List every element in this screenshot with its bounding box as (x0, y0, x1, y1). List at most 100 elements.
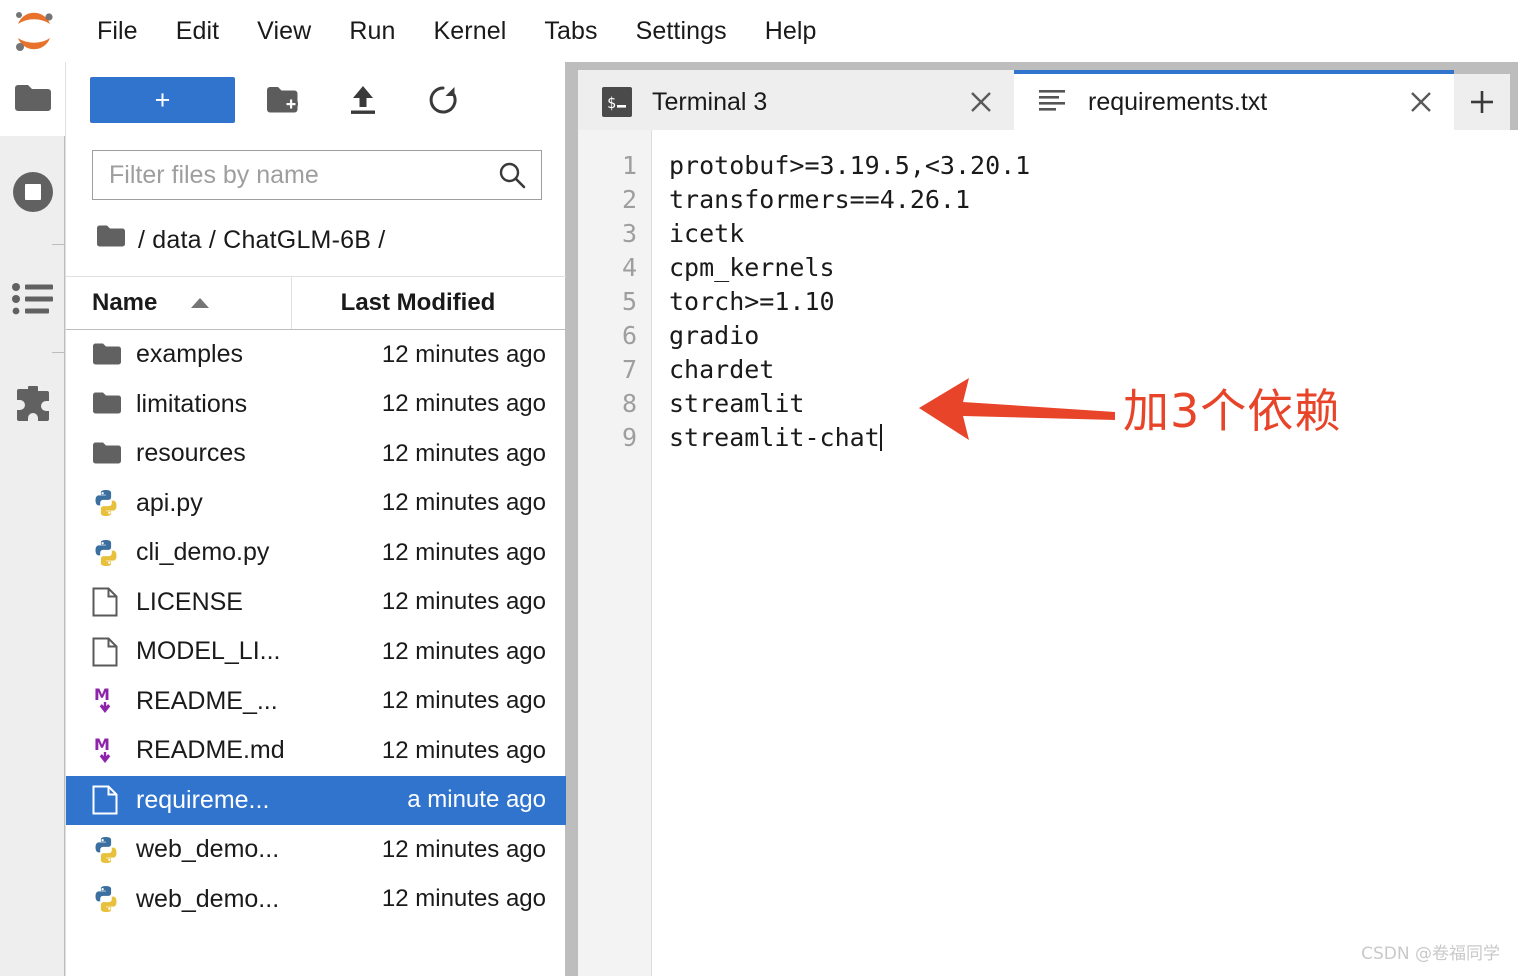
file-list-item-name: examples (136, 340, 243, 369)
sidebar-item-running[interactable] (0, 155, 65, 229)
editor-line-number: 5 (621, 287, 637, 316)
sidebar-item-commands[interactable] (0, 262, 65, 336)
file-list-item-name: web_demo... (136, 835, 280, 864)
editor-code-area[interactable]: protobuf>=3.19.5,<3.20.1 transformers==4.… (652, 130, 1518, 976)
editor-line-number: 8 (621, 389, 637, 418)
file-list-item[interactable]: MODEL_LI... 12 minutes ago (66, 627, 566, 677)
activity-divider-2 (52, 352, 65, 353)
folder-icon (92, 442, 136, 466)
editor-line-number: 9 (621, 423, 637, 452)
menu-edit[interactable]: Edit (157, 13, 238, 50)
breadcrumb-path[interactable]: / data / ChatGLM-6B / (138, 226, 385, 255)
file-list-item[interactable]: web_demo... 12 minutes ago (66, 825, 566, 875)
column-header-name[interactable]: Name (66, 277, 292, 329)
sidebar-item-extensions[interactable] (0, 370, 65, 444)
new-tab-button[interactable] (1454, 74, 1510, 130)
text-editor[interactable]: 1 2 3 4 5 6 7 8 9 protobuf>=3.19.5,<3.20.1 transf… (578, 130, 1518, 976)
upload-button[interactable] (335, 77, 391, 123)
file-list-item[interactable]: requireme... a minute ago (66, 775, 566, 825)
python-icon (92, 836, 136, 864)
menu-help[interactable]: Help (746, 13, 836, 50)
markdown-icon: M (92, 686, 136, 716)
sidebar-item-file-browser[interactable] (0, 62, 65, 136)
markdown-icon: M (92, 736, 136, 766)
column-header-last-modified[interactable]: Last Modified (292, 277, 566, 329)
text-file-icon (92, 587, 136, 617)
file-browser-panel: + Filter files by name / data / ChatGLM-… (66, 62, 566, 976)
upload-icon (351, 86, 375, 114)
file-list-item-modified: 12 minutes ago (381, 340, 546, 368)
breadcrumb[interactable]: / data / ChatGLM-6B / (66, 214, 566, 266)
folder-icon (96, 225, 126, 256)
file-list-item[interactable]: M README_... 12 minutes ago (66, 677, 566, 727)
file-list-item[interactable]: LICENSE 12 minutes ago (66, 578, 566, 628)
editor-code-line[interactable]: chardet (669, 353, 1518, 387)
command-palette-icon (11, 283, 53, 315)
file-list-item[interactable]: web_demo... 12 minutes ago (66, 875, 566, 925)
svg-text:$: $ (607, 94, 616, 112)
menu-settings[interactable]: Settings (617, 13, 746, 50)
menu-file[interactable]: File (78, 13, 157, 50)
file-list-item-name: web_demo... (136, 884, 280, 913)
main-dock-area: $ Terminal 3 requirements.txt 1 2 3 4 5 … (578, 62, 1518, 976)
close-icon[interactable] (960, 81, 1002, 123)
activity-divider (52, 244, 65, 245)
editor-code-line[interactable]: cpm_kernels (669, 251, 1518, 285)
new-launcher-button[interactable]: + (90, 77, 235, 123)
file-list-item-modified: 12 minutes ago (381, 439, 546, 467)
file-list-item-name: LICENSE (136, 587, 243, 616)
menu-kernel[interactable]: Kernel (414, 13, 525, 50)
editor-code-line-text: streamlit (669, 389, 805, 418)
editor-code-line[interactable]: gradio (669, 319, 1518, 353)
file-list-item[interactable]: limitations 12 minutes ago (66, 380, 566, 430)
file-list-item-modified: 12 minutes ago (381, 687, 546, 715)
dock-tab-bar: $ Terminal 3 requirements.txt (578, 62, 1518, 130)
file-list-item[interactable]: cli_demo.py 12 minutes ago (66, 528, 566, 578)
editor-line-number: 4 (621, 253, 637, 282)
python-icon (92, 885, 136, 913)
close-icon[interactable] (1400, 81, 1442, 123)
file-list-header: Name Last Modified (66, 276, 566, 330)
refresh-button[interactable] (415, 77, 471, 123)
file-list-item-modified: 12 minutes ago (381, 736, 546, 764)
menu-view[interactable]: View (238, 13, 330, 50)
folder-icon (92, 392, 136, 416)
editor-code-line-text: protobuf>=3.19.5,<3.20.1 (669, 151, 1031, 180)
menu-tabs[interactable]: Tabs (525, 13, 616, 50)
tab-terminal-3-label: Terminal 3 (652, 87, 768, 116)
filter-files-box[interactable] (92, 150, 542, 200)
caret-up-icon (189, 296, 211, 310)
file-list-item[interactable]: resources 12 minutes ago (66, 429, 566, 479)
panel-divider[interactable] (566, 62, 578, 976)
new-folder-button[interactable] (255, 77, 311, 123)
filter-files-input[interactable] (93, 160, 497, 190)
editor-code-line[interactable]: icetk (669, 217, 1518, 251)
editor-code-line[interactable]: transformers==4.26.1 (669, 183, 1518, 217)
editor-line-number: 2 (621, 185, 637, 214)
jupyter-logo-icon (8, 5, 60, 57)
folder-icon (14, 85, 51, 111)
file-list[interactable]: examples 12 minutes ago limitations 12 minu… (66, 330, 566, 976)
editor-code-line-text: cpm_kernels (669, 253, 835, 282)
file-list-item[interactable]: examples 12 minutes ago (66, 330, 566, 380)
editor-code-line[interactable]: protobuf>=3.19.5,<3.20.1 (669, 149, 1518, 183)
editor-code-line[interactable]: torch>=1.10 (669, 285, 1518, 319)
file-list-item[interactable]: api.py 12 minutes ago (66, 479, 566, 529)
column-header-last-modified-label: Last Modified (340, 289, 496, 316)
text-file-icon (92, 785, 136, 815)
menu-run[interactable]: Run (330, 13, 414, 50)
file-list-item-modified: 12 minutes ago (381, 835, 546, 863)
plus-icon (1471, 91, 1493, 113)
editor-line-number: 7 (621, 355, 637, 384)
file-list-item-name: cli_demo.py (136, 538, 270, 567)
editor-code-line[interactable]: streamlit (669, 387, 1518, 421)
editor-code-line[interactable]: streamlit-chat (669, 421, 1518, 455)
file-list-item-name: README.md (136, 736, 285, 765)
tab-requirements-txt[interactable]: requirements.txt (1014, 70, 1454, 130)
tab-terminal-3[interactable]: $ Terminal 3 (578, 70, 1014, 130)
column-header-name-label: Name (92, 289, 158, 316)
file-list-item[interactable]: M README.md 12 minutes ago (66, 726, 566, 776)
file-browser-toolbar: + (66, 62, 566, 138)
text-cursor (879, 424, 882, 451)
file-list-item-modified: 12 minutes ago (381, 637, 546, 665)
